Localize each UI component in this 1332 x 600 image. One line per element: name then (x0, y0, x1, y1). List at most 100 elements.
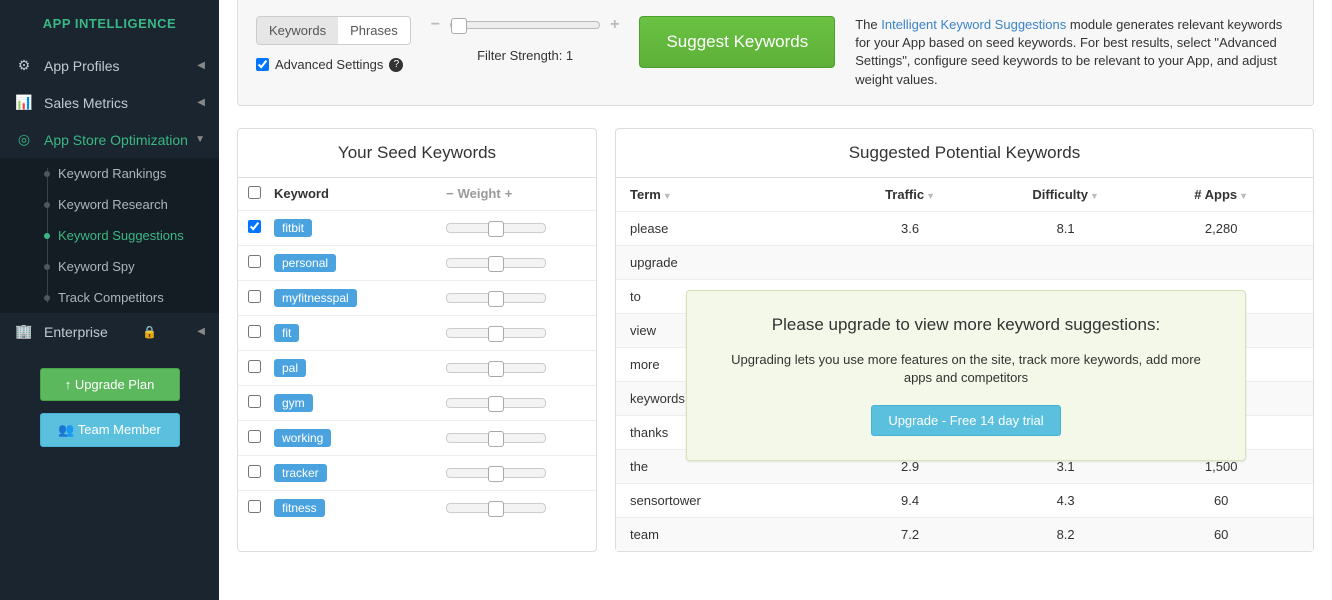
cell-apps: 60 (1143, 527, 1299, 542)
caret-left-icon: ◀ (197, 97, 205, 108)
slider-thumb[interactable] (451, 18, 467, 34)
seed-checkbox[interactable] (248, 395, 261, 408)
panel-title: Your Seed Keywords (238, 129, 596, 177)
seed-checkbox[interactable] (248, 500, 261, 513)
weight-slider[interactable] (446, 328, 546, 338)
subnav-keyword-research[interactable]: Keyword Research (0, 189, 219, 220)
seed-row: personal (238, 245, 596, 280)
weight-slider[interactable] (446, 468, 546, 478)
keyword-tag[interactable]: pal (274, 359, 306, 377)
minus-icon[interactable]: − (431, 16, 440, 34)
plus-icon[interactable]: + (610, 16, 619, 34)
seed-row: fit (238, 315, 596, 350)
toggle-keywords[interactable]: Keywords (257, 17, 338, 44)
brand-title: APP INTELLIGENCE (0, 0, 219, 47)
select-all-checkbox[interactable] (248, 186, 261, 199)
sort-icon[interactable]: ▼ (926, 191, 935, 201)
keyword-tag[interactable]: myfitnesspal (274, 289, 357, 307)
weight-slider[interactable] (446, 293, 546, 303)
keyword-tag[interactable]: fitness (274, 499, 325, 517)
weight-slider[interactable] (446, 433, 546, 443)
caret-down-icon: ▼ (195, 134, 205, 145)
panel-title: Suggested Potential Keywords (616, 129, 1313, 177)
slider-thumb[interactable] (488, 291, 504, 307)
nav-label: App Store Optimization (44, 132, 188, 148)
keyword-tag[interactable]: fit (274, 324, 299, 342)
cell-term: sensortower (630, 493, 832, 508)
type-toggle: Keywords Phrases (256, 16, 411, 45)
minus-icon[interactable]: − (446, 186, 454, 201)
top-panel: Keywords Phrases Advanced Settings ? − + (237, 0, 1314, 106)
keyword-tag[interactable]: fitbit (274, 219, 312, 237)
caret-left-icon: ◀ (197, 326, 205, 337)
seed-row: fitness (238, 490, 596, 525)
nav-aso[interactable]: ◎ App Store Optimization ▼ (0, 121, 219, 158)
suggest-keywords-button[interactable]: Suggest Keywords (639, 16, 835, 68)
sugg-header: Term▼ Traffic▼ Difficulty▼ # Apps▼ (616, 177, 1313, 211)
seed-checkbox[interactable] (248, 325, 261, 338)
sort-icon[interactable]: ▼ (1239, 191, 1248, 201)
subnav-keyword-rankings[interactable]: Keyword Rankings (0, 158, 219, 189)
nav-sales-metrics[interactable]: 📊 Sales Metrics ◀ (0, 84, 219, 121)
filter-slider[interactable] (450, 21, 600, 29)
upgrade-plan-button[interactable]: ↑ Upgrade Plan (40, 368, 180, 401)
overlay-title: Please upgrade to view more keyword sugg… (717, 315, 1215, 335)
weight-slider[interactable] (446, 363, 546, 373)
nav-enterprise[interactable]: 🏢 Enterprise 🔒 ◀ (0, 313, 219, 350)
slider-thumb[interactable] (488, 396, 504, 412)
slider-thumb[interactable] (488, 466, 504, 482)
subnav-keyword-spy[interactable]: Keyword Spy (0, 251, 219, 282)
cell-traffic: 9.4 (832, 493, 988, 508)
advanced-settings-checkbox[interactable] (256, 58, 269, 71)
keyword-tag[interactable]: tracker (274, 464, 327, 482)
cell-traffic: 7.2 (832, 527, 988, 542)
sidebar: APP INTELLIGENCE ⚙ App Profiles ◀ 📊 Sale… (0, 0, 219, 600)
slider-thumb[interactable] (488, 361, 504, 377)
cell-difficulty: 4.3 (988, 493, 1144, 508)
cell-traffic: 3.6 (832, 221, 988, 236)
slider-thumb[interactable] (488, 326, 504, 342)
seed-checkbox[interactable] (248, 430, 261, 443)
intelligent-suggestions-link[interactable]: Intelligent Keyword Suggestions (881, 17, 1066, 32)
weight-slider[interactable] (446, 398, 546, 408)
seed-checkbox[interactable] (248, 290, 261, 303)
sugg-row: upgrade (616, 245, 1313, 279)
sugg-row: team7.28.260 (616, 517, 1313, 551)
seed-checkbox[interactable] (248, 255, 261, 268)
plus-icon[interactable]: + (505, 186, 513, 201)
cell-term: please (630, 221, 832, 236)
subnav-keyword-suggestions[interactable]: Keyword Suggestions (0, 220, 219, 251)
sort-icon[interactable]: ▼ (663, 191, 672, 201)
cell-difficulty: 8.1 (988, 221, 1144, 236)
sugg-row: please3.68.12,280 (616, 211, 1313, 245)
team-member-button[interactable]: 👥 Team Member (40, 413, 180, 447)
nav-label: App Profiles (44, 58, 119, 74)
sort-icon[interactable]: ▼ (1090, 191, 1099, 201)
nav-app-profiles[interactable]: ⚙ App Profiles ◀ (0, 47, 219, 84)
slider-thumb[interactable] (488, 221, 504, 237)
slider-thumb[interactable] (488, 256, 504, 272)
upgrade-cta-button[interactable]: Upgrade - Free 14 day trial (871, 405, 1060, 436)
seed-checkbox[interactable] (248, 220, 261, 233)
button-label: Team Member (78, 422, 161, 437)
weight-slider[interactable] (446, 503, 546, 513)
subnav-track-competitors[interactable]: Track Competitors (0, 282, 219, 313)
seed-row: myfitnesspal (238, 280, 596, 315)
seed-checkbox[interactable] (248, 465, 261, 478)
seed-row: fitbit (238, 210, 596, 245)
seed-header: Keyword − Weight + (238, 177, 596, 210)
toggle-phrases[interactable]: Phrases (338, 17, 410, 44)
seed-row: gym (238, 385, 596, 420)
advanced-settings-label: Advanced Settings (275, 57, 383, 72)
help-icon[interactable]: ? (389, 58, 403, 72)
slider-thumb[interactable] (488, 501, 504, 517)
keyword-tag[interactable]: working (274, 429, 331, 447)
keyword-tag[interactable]: personal (274, 254, 336, 272)
weight-slider[interactable] (446, 258, 546, 268)
header-keyword: Keyword (274, 186, 446, 201)
keyword-tag[interactable]: gym (274, 394, 313, 412)
gauge-icon: ⚙ (14, 57, 34, 74)
weight-slider[interactable] (446, 223, 546, 233)
seed-checkbox[interactable] (248, 360, 261, 373)
slider-thumb[interactable] (488, 431, 504, 447)
